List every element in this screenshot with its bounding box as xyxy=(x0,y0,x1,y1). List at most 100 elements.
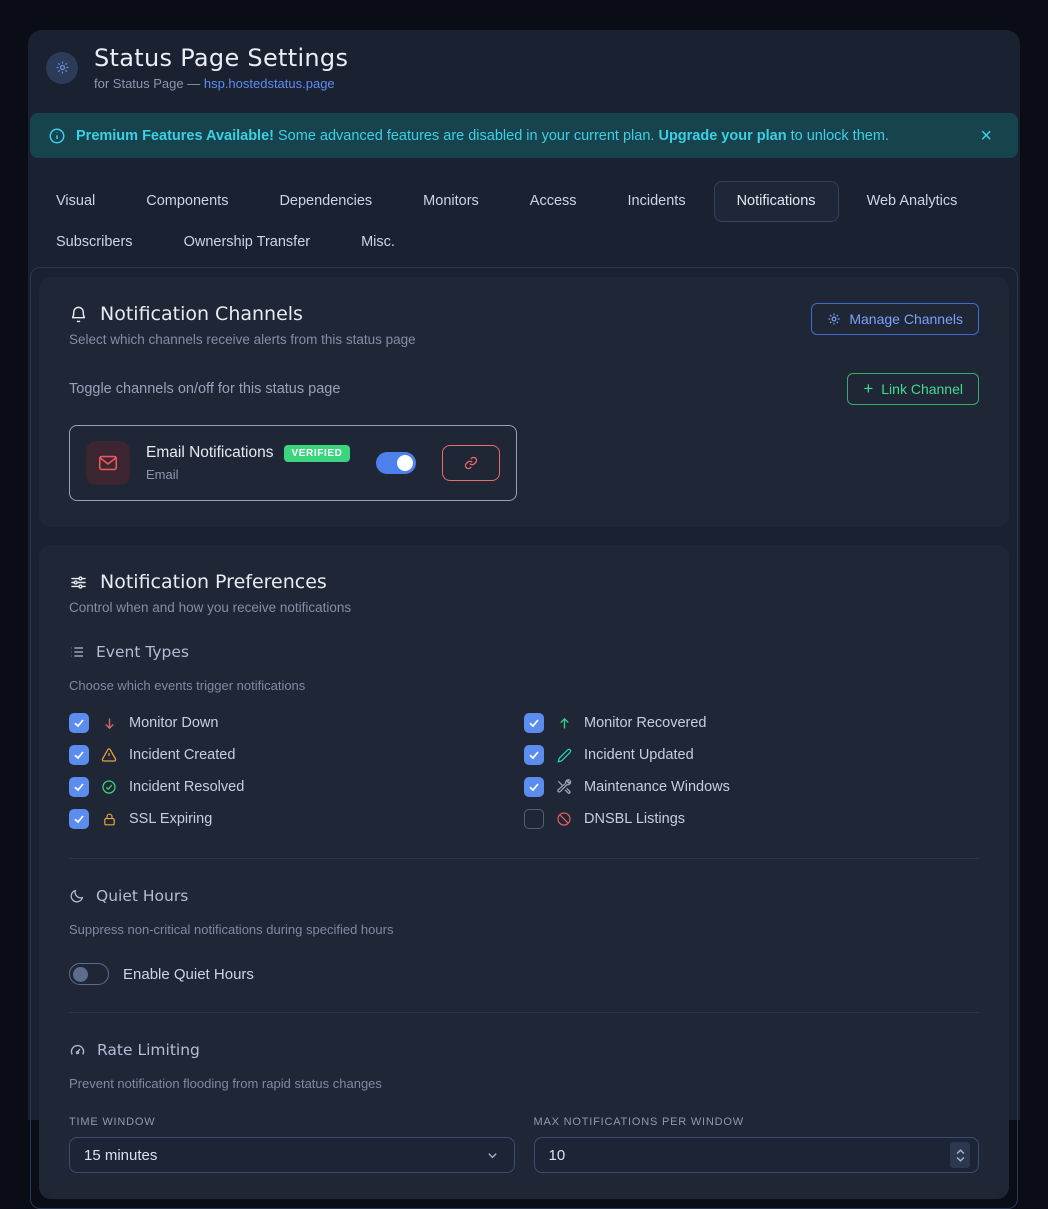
max-notifications-input[interactable]: 10 xyxy=(534,1137,980,1173)
event-incident-resolved[interactable]: Incident Resolved xyxy=(69,775,524,799)
premium-banner: Premium Features Available! Some advance… xyxy=(30,113,1018,158)
number-stepper[interactable] xyxy=(950,1142,970,1168)
toggle-hint: Toggle channels on/off for this status p… xyxy=(69,381,340,397)
event-ssl-expiring[interactable]: SSL Expiring xyxy=(69,807,524,831)
rate-limiting-title: Rate Limiting xyxy=(97,1041,200,1059)
quiet-hours-toggle-label: Enable Quiet Hours xyxy=(123,966,254,983)
event-label: Incident Updated xyxy=(584,747,694,763)
time-window-select[interactable]: 15 minutes xyxy=(69,1137,515,1173)
tab-incidents[interactable]: Incidents xyxy=(605,181,709,222)
event-monitor-down[interactable]: Monitor Down xyxy=(69,711,524,735)
max-notifications-field: MAX NOTIFICATIONS PER WINDOW 10 xyxy=(534,1116,980,1173)
gauge-icon xyxy=(69,1042,86,1059)
checkbox-checked[interactable] xyxy=(69,745,89,765)
quiet-hours-title: Quiet Hours xyxy=(96,887,188,905)
banner-text: Premium Features Available! Some advance… xyxy=(76,128,889,144)
settings-tabs: Visual Components Dependencies Monitors … xyxy=(30,181,1018,263)
warning-triangle-icon xyxy=(100,747,118,763)
tab-misc[interactable]: Misc. xyxy=(338,222,418,263)
page-header: Status Page Settings for Status Page — h… xyxy=(28,30,1020,107)
time-window-value: 15 minutes xyxy=(84,1147,485,1164)
status-page-link[interactable]: hsp.hostedstatus.page xyxy=(204,76,335,91)
preferences-title: Notification Preferences xyxy=(100,571,327,593)
arrow-down-icon xyxy=(100,716,118,731)
manage-channels-button[interactable]: Manage Channels xyxy=(811,303,979,335)
bell-icon xyxy=(69,305,88,324)
channel-enabled-toggle[interactable] xyxy=(376,452,416,474)
checkbox-checked[interactable] xyxy=(524,713,544,733)
event-label: SSL Expiring xyxy=(129,811,212,827)
manage-channels-label: Manage Channels xyxy=(849,311,963,327)
banner-title: Premium Features Available! xyxy=(76,128,274,144)
ban-icon xyxy=(555,811,573,827)
plus-icon: + xyxy=(863,382,873,396)
rate-limiting-desc: Prevent notification flooding from rapid… xyxy=(69,1076,979,1091)
checkbox-checked[interactable] xyxy=(69,809,89,829)
event-label: Maintenance Windows xyxy=(584,779,730,795)
tab-visual[interactable]: Visual xyxy=(33,181,118,222)
event-monitor-recovered[interactable]: Monitor Recovered xyxy=(524,711,979,735)
quiet-hours-toggle[interactable] xyxy=(69,963,109,985)
checkbox-checked[interactable] xyxy=(69,777,89,797)
notification-preferences-card: Notification Preferences Control when an… xyxy=(39,545,1009,1199)
moon-icon xyxy=(69,888,85,904)
link-channel-button[interactable]: + Link Channel xyxy=(847,373,979,405)
event-incident-updated[interactable]: Incident Updated xyxy=(524,743,979,767)
checkbox-checked[interactable] xyxy=(69,713,89,733)
tab-notifications[interactable]: Notifications xyxy=(714,181,839,222)
subtitle-text: for Status Page — xyxy=(94,76,204,91)
event-label: Incident Created xyxy=(129,747,235,763)
gear-icon xyxy=(827,312,841,326)
preferences-subtitle: Control when and how you receive notific… xyxy=(69,600,979,615)
checkbox-checked[interactable] xyxy=(524,777,544,797)
unlink-channel-button[interactable] xyxy=(442,445,500,481)
lock-icon xyxy=(100,812,118,827)
event-label: DNSBL Listings xyxy=(584,811,685,827)
channel-item-email: Email Notifications VERIFIED Email xyxy=(69,425,517,501)
rate-limiting-heading: Rate Limiting xyxy=(69,1041,979,1059)
tab-content: Notification Channels Select which chann… xyxy=(30,267,1018,1209)
page-subtitle: for Status Page — hsp.hostedstatus.page xyxy=(94,76,348,91)
event-dnsbl-listings[interactable]: DNSBL Listings xyxy=(524,807,979,831)
banner-body-2: to unlock them. xyxy=(787,128,889,144)
pencil-icon xyxy=(555,748,573,763)
quiet-hours-heading: Quiet Hours xyxy=(69,887,979,905)
quiet-hours-desc: Suppress non-critical notifications duri… xyxy=(69,922,979,937)
tab-monitors[interactable]: Monitors xyxy=(400,181,502,222)
arrow-up-icon xyxy=(555,716,573,731)
event-types-grid: Monitor Down Monitor Recovered Incident … xyxy=(69,711,979,831)
event-maintenance-windows[interactable]: Maintenance Windows xyxy=(524,775,979,799)
banner-body: Some advanced features are disabled in y… xyxy=(274,128,658,144)
tab-access[interactable]: Access xyxy=(507,181,600,222)
time-window-field: TIME WINDOW 15 minutes xyxy=(69,1116,515,1173)
max-notifications-label: MAX NOTIFICATIONS PER WINDOW xyxy=(534,1116,980,1128)
time-window-label: TIME WINDOW xyxy=(69,1116,515,1128)
page-title: Status Page Settings xyxy=(94,44,348,72)
event-types-title: Event Types xyxy=(96,643,189,661)
event-types-heading: Event Types xyxy=(69,643,979,661)
checkbox-checked[interactable] xyxy=(524,745,544,765)
checkbox-unchecked[interactable] xyxy=(524,809,544,829)
channel-name: Email Notifications xyxy=(146,444,274,462)
divider xyxy=(69,858,979,859)
channel-type: Email xyxy=(146,467,360,482)
event-types-desc: Choose which events trigger notification… xyxy=(69,678,979,693)
tab-web-analytics[interactable]: Web Analytics xyxy=(844,181,981,222)
tools-icon xyxy=(555,779,573,795)
tab-dependencies[interactable]: Dependencies xyxy=(256,181,395,222)
link-channel-label: Link Channel xyxy=(881,381,963,397)
sliders-icon xyxy=(69,573,88,592)
tab-subscribers[interactable]: Subscribers xyxy=(33,222,156,263)
upgrade-plan-link[interactable]: Upgrade your plan xyxy=(658,128,786,144)
close-icon[interactable]: × xyxy=(972,122,1000,150)
list-icon xyxy=(69,644,85,660)
event-label: Monitor Down xyxy=(129,715,218,731)
tab-ownership-transfer[interactable]: Ownership Transfer xyxy=(161,222,334,263)
verified-badge: VERIFIED xyxy=(284,445,351,462)
event-label: Monitor Recovered xyxy=(584,715,707,731)
gear-icon xyxy=(46,52,78,84)
link-icon xyxy=(464,456,478,470)
event-incident-created[interactable]: Incident Created xyxy=(69,743,524,767)
channels-title: Notification Channels xyxy=(100,303,303,325)
tab-components[interactable]: Components xyxy=(123,181,251,222)
